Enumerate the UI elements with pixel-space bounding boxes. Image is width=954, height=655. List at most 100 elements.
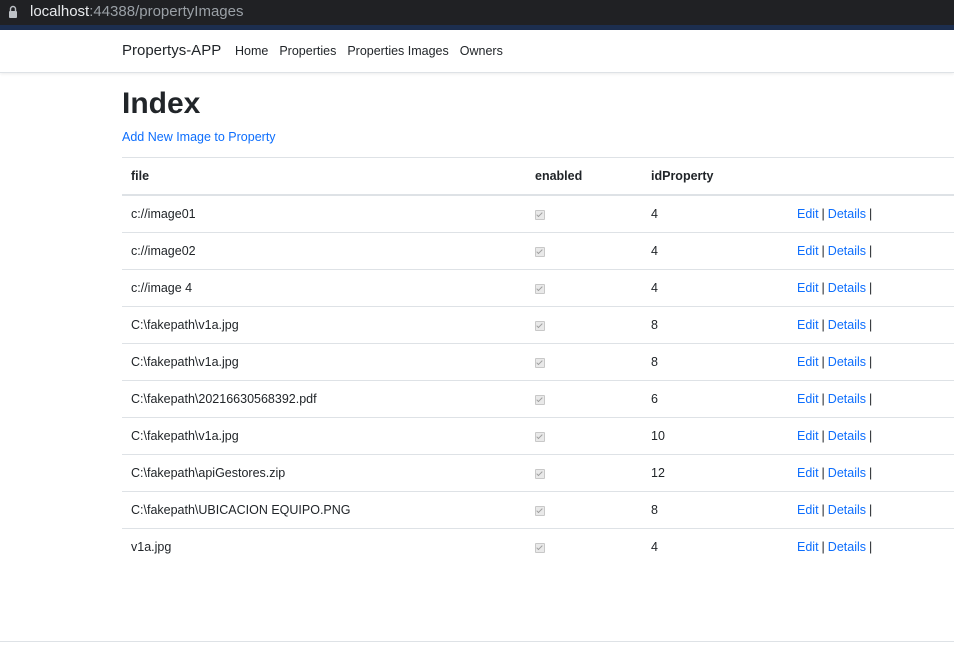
add-new-image-link[interactable]: Add New Image to Property [122, 130, 276, 145]
enabled-checkbox [535, 246, 545, 257]
cell-enabled [526, 194, 642, 233]
nav-link-properties-images[interactable]: Properties Images [347, 44, 448, 59]
edit-link[interactable]: Edit [797, 281, 819, 295]
edit-link[interactable]: Edit [797, 429, 819, 443]
action-separator: | [821, 466, 825, 480]
cell-actions: Edit | Details | [788, 269, 954, 307]
details-link[interactable]: Details [828, 355, 866, 369]
table-row: c://image01 4 Edit | Details | [122, 194, 954, 233]
footer-divider [0, 641, 954, 642]
details-link[interactable]: Details [828, 429, 866, 443]
edit-link[interactable]: Edit [797, 466, 819, 480]
cell-actions: Edit | Details | [788, 417, 954, 455]
enabled-checkbox [535, 542, 545, 553]
browser-address-bar[interactable]: localhost:44388/propertyImages [0, 0, 954, 25]
cell-actions: Edit | Details | [788, 491, 954, 529]
enabled-checkbox [535, 431, 545, 442]
cell-actions: Edit | Details | [788, 380, 954, 418]
details-link[interactable]: Details [828, 244, 866, 258]
table-header-row: file enabled idProperty [122, 157, 954, 196]
cell-file: C:\fakepath\v1a.jpg [122, 306, 526, 344]
action-separator: | [869, 429, 873, 443]
cell-enabled [526, 269, 642, 307]
action-separator: | [821, 244, 825, 258]
action-separator: | [869, 207, 873, 221]
brand-link[interactable]: Propertys-APP [122, 42, 221, 60]
details-link[interactable]: Details [828, 466, 866, 480]
cell-file: C:\fakepath\20216630568392.pdf [122, 380, 526, 418]
header-actions [788, 157, 954, 196]
cell-file: C:\fakepath\v1a.jpg [122, 417, 526, 455]
edit-link[interactable]: Edit [797, 503, 819, 517]
nav-link-properties[interactable]: Properties [279, 44, 336, 59]
cell-idproperty: 8 [642, 343, 788, 381]
cell-actions: Edit | Details | [788, 232, 954, 270]
cell-idproperty: 8 [642, 491, 788, 529]
edit-link[interactable]: Edit [797, 355, 819, 369]
header-enabled: enabled [526, 157, 642, 196]
cell-idproperty: 4 [642, 232, 788, 270]
navbar: Propertys-APP Home Properties Properties… [0, 30, 954, 73]
cell-enabled [526, 232, 642, 270]
cell-actions: Edit | Details | [788, 194, 954, 233]
details-link[interactable]: Details [828, 281, 866, 295]
header-idproperty: idProperty [642, 157, 788, 196]
cell-idproperty: 6 [642, 380, 788, 418]
nav-link-home[interactable]: Home [235, 44, 268, 59]
details-link[interactable]: Details [828, 540, 866, 554]
cell-enabled [526, 380, 642, 418]
header-file: file [122, 157, 526, 196]
table-row: c://image02 4 Edit | Details | [122, 232, 954, 270]
cell-file: c://image 4 [122, 269, 526, 307]
table-row: C:\fakepath\apiGestores.zip 12 Edit | Detail… [122, 454, 954, 492]
action-separator: | [869, 540, 873, 554]
nav-link-owners[interactable]: Owners [460, 44, 503, 59]
table-row: C:\fakepath\v1a.jpg 8 Edit | Details | [122, 306, 954, 344]
edit-link[interactable]: Edit [797, 318, 819, 332]
nav-links: Home Properties Properties Images Owners [235, 44, 514, 59]
enabled-checkbox [535, 357, 545, 368]
table-row: C:\fakepath\v1a.jpg 10 Edit | Details | [122, 417, 954, 455]
browser-url[interactable]: localhost:44388/propertyImages [30, 3, 243, 21]
property-images-table: file enabled idProperty c://image01 4 Edit… [122, 157, 954, 565]
cell-actions: Edit | Details | [788, 306, 954, 344]
action-separator: | [821, 429, 825, 443]
cell-file: C:\fakepath\UBICACION EQUIPO.PNG [122, 491, 526, 529]
details-link[interactable]: Details [828, 318, 866, 332]
edit-link[interactable]: Edit [797, 540, 819, 554]
page-title: Index [122, 87, 201, 120]
action-separator: | [869, 244, 873, 258]
action-separator: | [869, 466, 873, 480]
cell-file: C:\fakepath\v1a.jpg [122, 343, 526, 381]
action-separator: | [821, 392, 825, 406]
enabled-checkbox [535, 505, 545, 516]
details-link[interactable]: Details [828, 207, 866, 221]
edit-link[interactable]: Edit [797, 392, 819, 406]
cell-idproperty: 4 [642, 528, 788, 565]
url-path: :44388/propertyImages [89, 3, 244, 20]
cell-file: v1a.jpg [122, 528, 526, 565]
table-row: v1a.jpg 4 Edit | Details | [122, 528, 954, 565]
cell-enabled [526, 306, 642, 344]
details-link[interactable]: Details [828, 392, 866, 406]
action-separator: | [869, 318, 873, 332]
cell-actions: Edit | Details | [788, 454, 954, 492]
enabled-checkbox [535, 468, 545, 479]
cell-enabled [526, 491, 642, 529]
enabled-checkbox [535, 394, 545, 405]
cell-enabled [526, 343, 642, 381]
enabled-checkbox [535, 209, 545, 220]
action-separator: | [869, 392, 873, 406]
action-separator: | [869, 355, 873, 369]
table-body: c://image01 4 Edit | Details | c://image02 4 Edi… [122, 194, 954, 565]
table-row: c://image 4 4 Edit | Details | [122, 269, 954, 307]
action-separator: | [821, 540, 825, 554]
action-separator: | [821, 318, 825, 332]
details-link[interactable]: Details [828, 503, 866, 517]
enabled-checkbox [535, 283, 545, 294]
edit-link[interactable]: Edit [797, 244, 819, 258]
cell-file: c://image01 [122, 194, 526, 233]
action-separator: | [869, 281, 873, 295]
cell-enabled [526, 417, 642, 455]
edit-link[interactable]: Edit [797, 207, 819, 221]
